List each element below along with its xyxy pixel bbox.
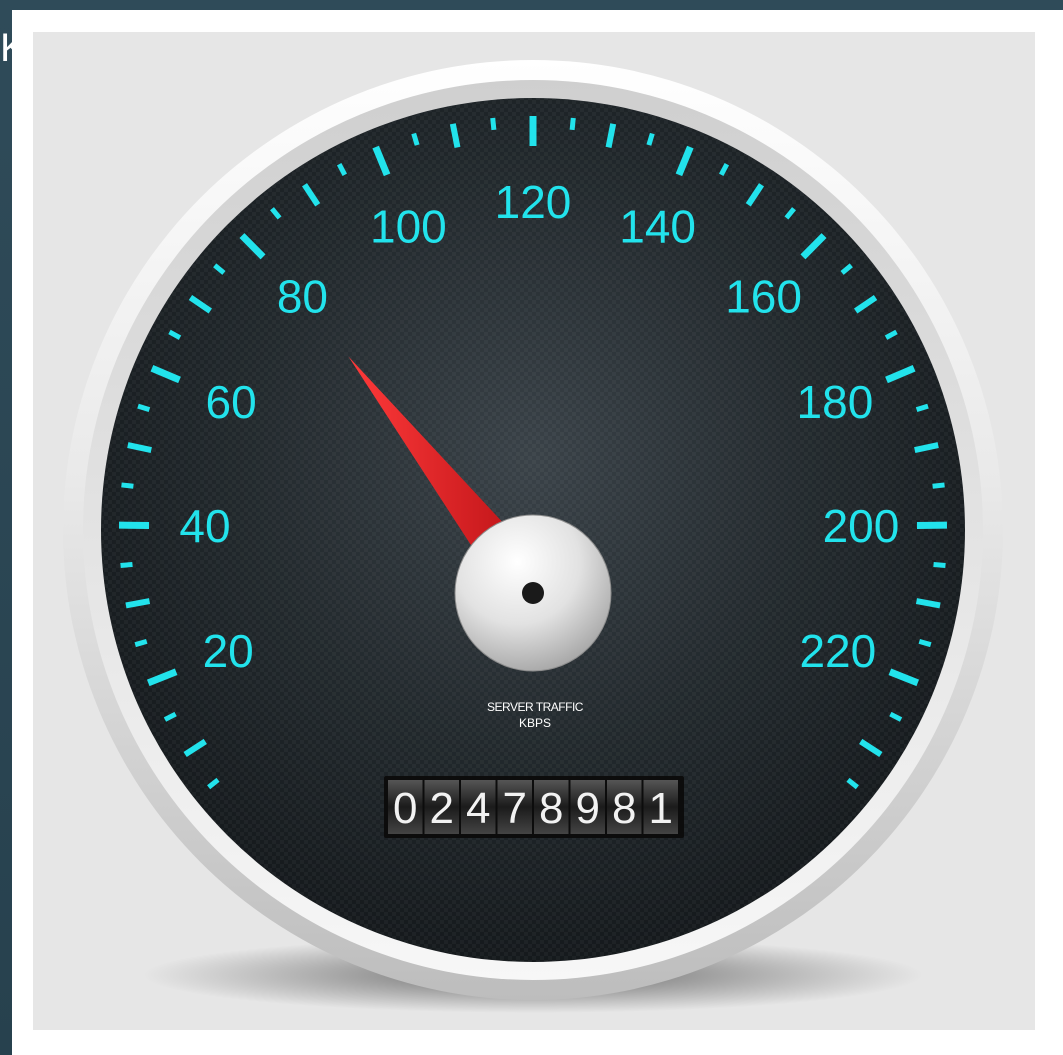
tick-mark (915, 403, 929, 413)
scale-label: 140 (619, 201, 696, 253)
tick-mark (932, 482, 945, 489)
scale-label: 60 (205, 376, 256, 428)
odometer-digit: 4 (466, 784, 490, 833)
scale-label: 40 (179, 500, 230, 552)
tick-mark (121, 482, 134, 489)
scale-label: 80 (277, 271, 328, 323)
tick-mark (137, 403, 151, 413)
odometer: 02478981 (384, 776, 684, 838)
speedometer-gauge: 20406080100 120 140160180200220 SERVER TRA… (63, 60, 1003, 1013)
scale-label: 200 (823, 500, 900, 552)
scale-label: 120 (495, 176, 572, 228)
odometer-digit: 7 (503, 784, 527, 833)
tick-mark (411, 132, 420, 146)
odometer-digit: 1 (649, 784, 673, 833)
tick-mark (569, 117, 576, 131)
tick-mark (490, 117, 497, 131)
odometer-digit: 0 (393, 784, 417, 833)
scale-label: 180 (797, 376, 874, 428)
odometer-digit: 9 (576, 784, 600, 833)
unit-label-line1: SERVER TRAFFIC (487, 700, 584, 714)
tick-mark (134, 638, 148, 648)
scale-label: 20 (203, 625, 254, 677)
unit-label-line2: KBPS (519, 716, 551, 730)
scale-label: 160 (725, 271, 802, 323)
odometer-digit: 8 (539, 784, 563, 833)
tick-mark (646, 132, 655, 146)
needle-hub-pin (522, 582, 544, 604)
odometer-digit: 8 (612, 784, 636, 833)
odometer-digit: 2 (430, 784, 454, 833)
tick-mark (120, 561, 133, 568)
scale-label: 220 (799, 625, 876, 677)
tick-mark (933, 561, 946, 568)
scale-label: 100 (370, 201, 447, 253)
tick-mark (918, 638, 932, 648)
